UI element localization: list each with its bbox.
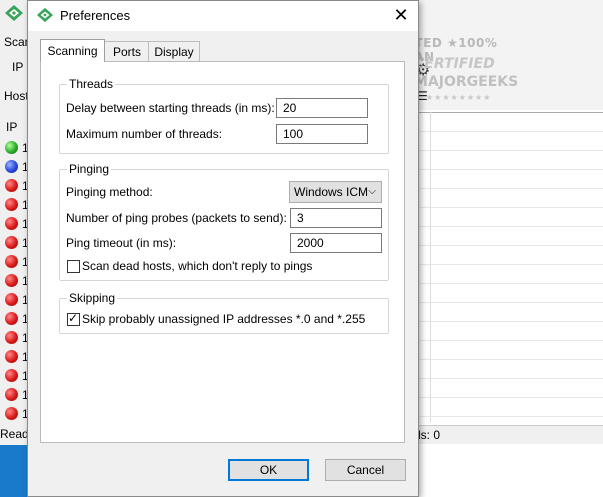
- skipping-group: Skipping ✓ Skip probably unassigned IP a…: [59, 291, 389, 334]
- close-icon: ✕: [393, 5, 409, 25]
- ping-probes-input[interactable]: 3: [290, 208, 382, 228]
- app-logo-icon: [37, 7, 53, 23]
- host-status-icon: [5, 369, 18, 382]
- tab-display[interactable]: Display: [148, 41, 200, 62]
- host-status-icon: [5, 179, 18, 192]
- scanning-tab-panel: Threads Delay between starting threads (…: [40, 61, 405, 443]
- host-status-icon: [5, 312, 18, 325]
- tab-scanning-label: Scanning: [47, 44, 98, 58]
- scan-dead-hosts-checkbox[interactable]: [67, 260, 80, 273]
- grid-column-divider: [430, 112, 431, 422]
- cancel-button[interactable]: Cancel: [325, 459, 406, 481]
- app-logo-icon: [5, 5, 23, 21]
- close-button[interactable]: ✕: [384, 1, 418, 29]
- host-status-icon: [5, 331, 18, 344]
- ping-method-value: Windows ICM: [294, 185, 369, 199]
- max-threads-label: Maximum number of threads:: [66, 127, 223, 141]
- dialog-title-bar[interactable]: Preferences ✕: [28, 1, 418, 31]
- host-status-icon: [5, 350, 18, 363]
- host-status-icon: [5, 255, 18, 268]
- host-status-icon: [5, 160, 18, 173]
- tab-display-label: Display: [154, 45, 194, 59]
- skipping-group-title: Skipping: [67, 291, 118, 305]
- host-status-icon: [5, 274, 18, 287]
- host-status-icon: [5, 407, 18, 420]
- host-status-icon: [5, 198, 18, 211]
- hostname-label: Host: [4, 89, 29, 103]
- scan-dead-hosts-label[interactable]: Scan dead hosts, which don't reply to pi…: [82, 259, 312, 273]
- threads-group: Threads Delay between starting threads (…: [59, 77, 389, 154]
- watermark-line-brand: MAJORGEEKS: [414, 74, 519, 90]
- tab-ports-label: Ports: [112, 45, 141, 59]
- thread-delay-input[interactable]: 20: [276, 98, 368, 118]
- thread-delay-label: Delay between starting threads (in ms):: [66, 101, 275, 115]
- desktop-background: [0, 445, 30, 497]
- ping-timeout-label: Ping timeout (in ms):: [66, 236, 177, 250]
- ping-method-label: Pinging method:: [66, 185, 153, 199]
- pinging-group-title: Pinging: [67, 162, 112, 176]
- skip-unassigned-label[interactable]: Skip probably unassigned IP addresses *.…: [82, 312, 365, 326]
- max-threads-input[interactable]: 100: [276, 124, 368, 144]
- host-status-icon: [5, 236, 18, 249]
- ping-timeout-input[interactable]: 2000: [290, 233, 382, 253]
- pinging-group: Pinging Pinging method: Windows ICM ⌵ Nu…: [59, 162, 389, 281]
- ip-column-header[interactable]: IP: [6, 120, 17, 134]
- host-status-icon: [5, 388, 18, 401]
- ping-method-select[interactable]: Windows ICM ⌵: [289, 181, 382, 203]
- tab-scanning[interactable]: Scanning: [40, 39, 105, 62]
- host-status-icon: [5, 293, 18, 306]
- desktop-area: [410, 445, 603, 497]
- watermark-line-certified: CERTIFIED: [414, 56, 495, 72]
- dialog-title: Preferences: [60, 8, 131, 23]
- threads-group-title: Threads: [67, 77, 116, 91]
- chevron-down-icon: ⌵: [368, 186, 376, 197]
- ping-probes-label: Number of ping probes (packets to send):: [66, 211, 287, 225]
- host-status-icon: [5, 217, 18, 230]
- skip-unassigned-checkbox[interactable]: ✓: [67, 311, 80, 326]
- results-grid: [414, 112, 603, 423]
- preferences-dialog: Preferences ✕ Scanning Ports Display Thr…: [27, 0, 419, 497]
- checkmark-icon: ✓: [68, 311, 79, 325]
- status-bar: [414, 425, 603, 444]
- host-status-icon: [5, 141, 18, 154]
- tab-ports[interactable]: Ports: [104, 41, 150, 62]
- watermark-stars: ★★★★★★★★: [426, 93, 492, 102]
- ok-button[interactable]: OK: [228, 459, 309, 481]
